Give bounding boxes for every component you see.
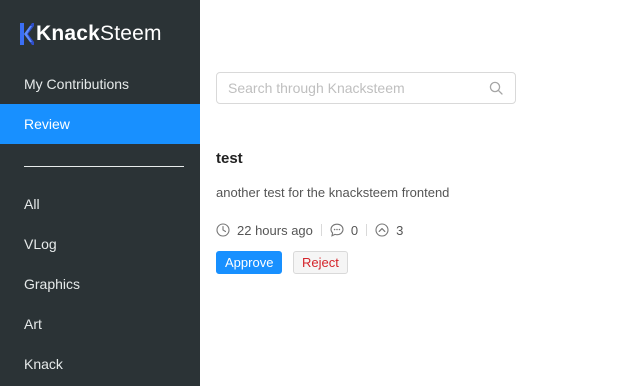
sidebar-item-knack[interactable]: Knack [0, 344, 200, 384]
sidebar-item-my-contributions[interactable]: My Contributions [0, 64, 200, 104]
sidebar-item-label: Knack [24, 356, 63, 372]
post-title[interactable]: test [216, 150, 243, 167]
logo-text-steem: Steem [100, 22, 162, 45]
clock-icon [216, 223, 230, 237]
sidebar-item-all[interactable]: All [0, 184, 200, 224]
approve-button[interactable]: Approve [216, 251, 283, 274]
search-input[interactable] [217, 73, 477, 103]
upvote-icon[interactable] [375, 223, 389, 237]
sidebar-item-label: Graphics [24, 276, 81, 292]
sidebar-item-label: My Contributions [24, 76, 130, 92]
comment-count: 0 [350, 222, 359, 238]
search-icon[interactable] [489, 81, 503, 95]
meta-separator [366, 224, 368, 236]
meta-separator [320, 224, 322, 236]
sidebar-item-label: VLog [24, 236, 57, 252]
reject-button[interactable]: Reject [293, 251, 348, 274]
sidebar-divider [24, 166, 184, 167]
sidebar-item-label: All [24, 196, 40, 212]
logo-text: KnackSteem [36, 22, 162, 46]
post-description: another test for the knacksteem frontend [216, 185, 450, 200]
search-box[interactable] [216, 72, 516, 104]
comment-icon[interactable] [330, 223, 344, 237]
sidebar-item-review[interactable]: Review [0, 104, 200, 144]
sidebar-item-label: Review [24, 116, 70, 132]
main-content: test another test for the knacksteem fro… [200, 0, 640, 386]
vote-count: 3 [396, 222, 404, 238]
sidebar: KnackSteem My Contributions Review All V… [0, 0, 200, 386]
knacksteem-logo-icon [20, 23, 34, 45]
post-meta: 22 hours ago 0 3 [216, 221, 403, 239]
sidebar-item-graphics[interactable]: Graphics [0, 264, 200, 304]
post-time: 22 hours ago [237, 222, 313, 238]
sidebar-item-art[interactable]: Art [0, 304, 200, 344]
logo-text-knack: Knack [36, 22, 101, 45]
app-logo[interactable]: KnackSteem [20, 20, 162, 48]
sidebar-item-vlog[interactable]: VLog [0, 224, 200, 264]
sidebar-item-label: Art [24, 316, 42, 332]
